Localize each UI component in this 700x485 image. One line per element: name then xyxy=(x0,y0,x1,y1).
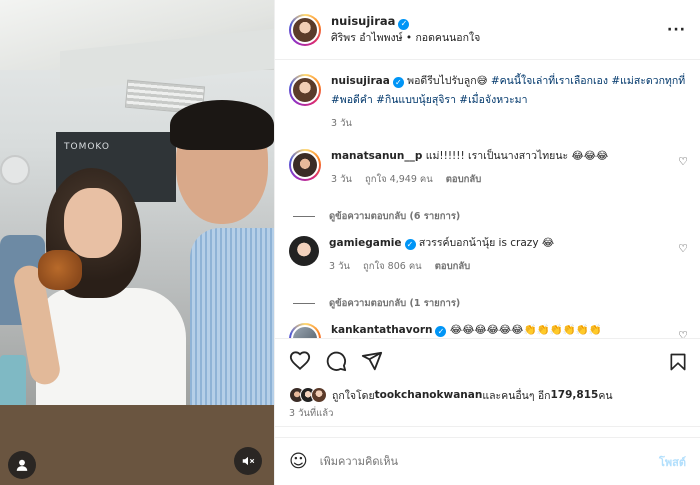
caption: nuisujiraa ✓ พอดีรีบไปรับลูก😅 #คนนี้ใจเล่… xyxy=(289,72,688,131)
mute-icon xyxy=(242,456,255,466)
comment-avatar[interactable] xyxy=(289,323,321,338)
comment-item: kankantathavorn ✓ 😂😂😂😂😂😂👏👏👏👏👏👏 ♡ xyxy=(289,321,688,338)
share-button[interactable] xyxy=(361,350,383,372)
save-button[interactable] xyxy=(668,351,688,376)
comment-username[interactable]: manatsanun__p xyxy=(331,150,422,162)
add-comment-bar: ☺ โพสต์ xyxy=(275,437,700,485)
comment-time[interactable]: 3 วัน xyxy=(331,174,352,185)
post-sidebar: nuisujiraa ✓ ศิริพร อำไพพงษ์ • กอดคนนอกใจ… xyxy=(274,0,700,485)
likes-middle: และคนอื่นๆ อีก xyxy=(482,389,551,402)
mute-button[interactable] xyxy=(234,447,262,475)
likes-suffix: คน xyxy=(598,389,613,402)
photo-man-hair xyxy=(170,100,274,150)
comment-likes[interactable]: ถูกใจ 4,949 คน xyxy=(365,174,433,185)
comment-likes[interactable]: ถูกใจ 806 คน xyxy=(363,261,422,272)
share-icon xyxy=(361,351,383,371)
caption-body: พอดีรีบไปรับลูก😅 xyxy=(407,75,491,87)
post-header: nuisujiraa ✓ ศิริพร อำไพพงษ์ • กอดคนนอกใจ… xyxy=(275,0,700,60)
view-replies-button[interactable]: ดูข้อความตอบกลับ (6 รายการ) xyxy=(293,209,688,224)
view-replies-label: ดูข้อความตอบกลับ (6 รายการ) xyxy=(329,211,461,222)
likes-summary: ถูกใจโดย tookchanokwanan และคนอื่นๆ อีก … xyxy=(275,383,700,407)
heart-icon xyxy=(289,351,311,371)
author-avatar[interactable] xyxy=(289,13,321,46)
photo-woman-face xyxy=(64,188,122,258)
post-photo[interactable]: TOMOKO xyxy=(0,0,274,485)
photo-shop-sign-text: TOMOKO xyxy=(64,142,110,152)
comment-input[interactable] xyxy=(319,455,659,468)
bookmark-icon xyxy=(670,353,686,371)
heart-icon[interactable]: ♡ xyxy=(678,242,688,255)
photo-fan xyxy=(0,155,30,185)
verified-badge-icon: ✓ xyxy=(392,77,404,88)
emoji-icon[interactable]: ☺ xyxy=(289,451,308,472)
like-button[interactable] xyxy=(289,350,311,372)
caption-username[interactable]: nuisujiraa xyxy=(331,75,390,87)
comment-item: manatsanun__p แม่!!!!!! เราเป็นนางสาวไทย… xyxy=(289,147,688,187)
heart-icon[interactable]: ♡ xyxy=(678,155,688,168)
liker-avatars[interactable] xyxy=(289,387,327,403)
verified-badge-icon: ✓ xyxy=(404,239,416,250)
photo-table xyxy=(0,405,274,485)
posted-time[interactable]: 3 วันที่แล้ว xyxy=(275,407,700,427)
comment-username[interactable]: kankantathavorn xyxy=(331,324,432,336)
heart-icon[interactable]: ♡ xyxy=(678,329,688,338)
photo-burger xyxy=(38,250,82,290)
verified-badge-icon: ✓ xyxy=(398,18,410,30)
caption-text: nuisujiraa ✓ พอดีรีบไปรับลูก😅 #คนนี้ใจเล่… xyxy=(331,72,688,110)
comment-icon xyxy=(326,351,347,372)
view-replies-button[interactable]: ดูข้อความตอบกลับ (1 รายการ) xyxy=(293,296,688,311)
reply-button[interactable]: ตอบกลับ xyxy=(446,174,482,185)
view-replies-label: ดูข้อความตอบกลับ (1 รายการ) xyxy=(329,298,461,309)
comment-avatar[interactable] xyxy=(289,149,321,181)
comment-text: สวรรค์บอกน้านุ้ย is crazy 😂 xyxy=(418,237,555,249)
reply-button[interactable]: ตอบกลับ xyxy=(435,261,471,272)
comment-item: gamiegamie ✓ สวรรค์บอกน้านุ้ย is crazy 😂 … xyxy=(289,234,688,274)
action-bar xyxy=(275,338,700,383)
user-tag-button[interactable] xyxy=(8,451,36,479)
likes-prefix: ถูกใจโดย xyxy=(332,389,375,402)
comment-avatar[interactable] xyxy=(289,236,319,266)
caption-time[interactable]: 3 วัน xyxy=(331,118,352,129)
comment-text: 😂😂😂😂😂😂👏👏👏👏👏👏 xyxy=(449,324,602,336)
comment-text: แม่!!!!!! เราเป็นนางสาวไทยนะ 😂😂😂 xyxy=(425,150,609,162)
comment-time[interactable]: 3 วัน xyxy=(329,261,350,272)
post-button[interactable]: โพสต์ xyxy=(659,453,686,471)
verified-badge-icon: ✓ xyxy=(435,326,447,337)
user-tag-icon xyxy=(16,459,28,471)
comment-username[interactable]: gamiegamie xyxy=(329,237,402,249)
caption-avatar[interactable] xyxy=(289,74,321,106)
more-options-icon[interactable]: ··· xyxy=(667,22,686,38)
comments-list[interactable]: nuisujiraa ✓ พอดีรีบไปรับลูก😅 #คนนี้ใจเล่… xyxy=(275,60,700,338)
comment-button[interactable] xyxy=(325,350,347,372)
author-username[interactable]: nuisujiraa xyxy=(331,14,395,28)
author-subtitle[interactable]: ศิริพร อำไพพงษ์ • กอดคนนอกใจ xyxy=(331,30,480,46)
likes-user[interactable]: tookchanokwanan xyxy=(375,389,483,401)
likes-count[interactable]: 179,815 xyxy=(551,389,599,401)
